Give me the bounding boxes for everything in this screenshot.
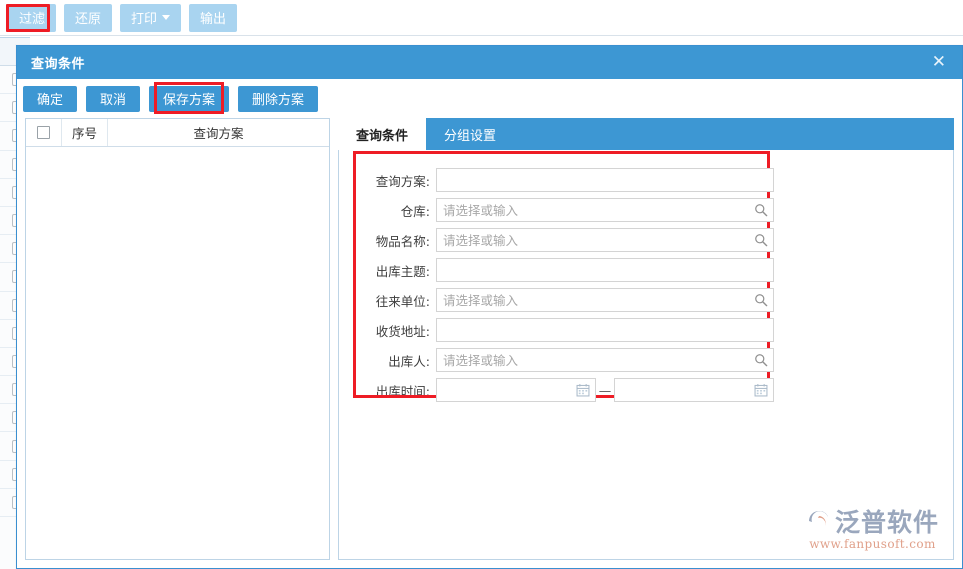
scheme-table-body[interactable] (26, 147, 329, 559)
toolbar-button-filter-label: 过滤 (19, 12, 46, 27)
label-outbound-person: 出库人: (388, 353, 430, 369)
toolbar-button-restore-label: 还原 (75, 12, 102, 27)
dialog-action-bar: 确定 取消 保存方案 删除方案 (17, 79, 962, 118)
date-range-separator: — (598, 382, 612, 398)
outbound-time-start-input[interactable] (436, 378, 596, 402)
background-toolbar: 过滤 还原 打印 输出 (0, 0, 963, 36)
control-counterparty (436, 288, 774, 312)
toolbar-button-filter[interactable]: 过滤 (8, 3, 57, 32)
control-outbound-subject (436, 258, 774, 282)
toolbar-button-restore[interactable]: 还原 (64, 3, 113, 32)
confirm-button[interactable]: 确定 (23, 85, 78, 112)
outbound-time-end-input[interactable] (614, 378, 774, 402)
tab-group-settings[interactable]: 分组设置 (426, 118, 514, 150)
outbound-subject-input[interactable] (436, 258, 774, 282)
scheme-header-select-all[interactable] (26, 119, 62, 146)
delivery-address-input[interactable] (436, 318, 774, 342)
field-row-scheme-name: 查询方案: (354, 168, 774, 192)
save-scheme-button[interactable]: 保存方案 (149, 85, 230, 112)
warehouse-input[interactable] (436, 198, 774, 222)
watermark: 泛普软件 www.fanpusoft.com (806, 503, 939, 551)
watermark-brand-row: 泛普软件 (806, 503, 939, 539)
field-row-counterparty: 往来单位: (354, 288, 774, 312)
toolbar-button-export-label: 输出 (200, 12, 227, 27)
field-row-item-name: 物品名称: (354, 228, 774, 252)
label-outbound-subject: 出库主题: (375, 263, 430, 279)
field-row-delivery-address: 收货地址: (354, 318, 774, 342)
tab-content-query-conditions: 查询方案: 仓库: 请选择或输入 物品名称: 请选择或输入 出库主题: 往来单位… (338, 150, 954, 560)
control-warehouse (436, 198, 774, 222)
counterparty-input[interactable] (436, 288, 774, 312)
toolbar-button-print-label: 打印 (131, 12, 158, 27)
app-root: 过滤 还原 打印 输出 查询条件 ✕ 确定 取消 保存方案 删除方案 序号 查询… (0, 0, 963, 569)
field-row-outbound-time: 出库时间: — (354, 378, 774, 402)
label-warehouse: 仓库: (400, 203, 430, 219)
dialog-header: 查询条件 ✕ (17, 46, 962, 79)
delete-scheme-button[interactable]: 删除方案 (238, 85, 319, 112)
label-counterparty: 往来单位: (375, 293, 430, 309)
query-conditions-dialog: 查询条件 ✕ 确定 取消 保存方案 删除方案 序号 查询方案 查询条件 分组设置… (16, 45, 963, 569)
field-row-warehouse: 仓库: (354, 198, 774, 222)
tab-query-conditions[interactable]: 查询条件 (338, 118, 427, 150)
close-icon[interactable]: ✕ (928, 52, 950, 73)
dialog-title: 查询条件 (31, 57, 86, 72)
cancel-button[interactable]: 取消 (86, 85, 141, 112)
scheme-header-index: 序号 (62, 119, 108, 146)
control-outbound-person (436, 348, 774, 372)
toolbar-button-export[interactable]: 输出 (189, 3, 238, 32)
control-delivery-address (436, 318, 774, 342)
tab-strip: 查询条件 分组设置 (338, 118, 954, 150)
item-name-input[interactable] (436, 228, 774, 252)
control-item-name (436, 228, 774, 252)
control-outbound-time-end (614, 378, 774, 402)
outbound-person-input[interactable] (436, 348, 774, 372)
label-delivery-address: 收货地址: (375, 323, 430, 339)
label-scheme-name: 查询方案: (375, 173, 430, 189)
control-scheme-name (436, 168, 774, 192)
control-outbound-time-start (436, 378, 596, 402)
select-all-checkbox[interactable] (37, 126, 50, 139)
control-outbound-time-range: — (436, 378, 774, 402)
scheme-table-header: 序号 查询方案 (26, 119, 329, 147)
label-outbound-time: 出库时间: (375, 383, 430, 399)
field-row-outbound-subject: 出库主题: (354, 258, 774, 282)
dialog-body: 序号 查询方案 查询条件 分组设置 查询方案: 仓库: 请选择或输入 物品名称:… (17, 118, 962, 568)
query-form: 查询方案: 仓库: 请选择或输入 物品名称: 请选择或输入 出库主题: 往来单位… (354, 168, 774, 402)
conditions-panel: 查询条件 分组设置 查询方案: 仓库: 请选择或输入 物品名称: 请选择或输入 … (338, 118, 954, 560)
watermark-brand: 泛普软件 (834, 508, 939, 537)
watermark-url: www.fanpusoft.com (809, 537, 936, 551)
scheme-list-panel: 序号 查询方案 (25, 118, 330, 560)
label-item-name: 物品名称: (375, 233, 430, 249)
fanpu-logo-icon (808, 511, 828, 526)
scheme-header-name: 查询方案 (193, 126, 244, 141)
toolbar-button-print[interactable]: 打印 (120, 3, 182, 32)
scheme-name-input[interactable] (436, 168, 774, 192)
chevron-down-icon (162, 15, 171, 20)
field-row-outbound-person: 出库人: (354, 348, 774, 372)
